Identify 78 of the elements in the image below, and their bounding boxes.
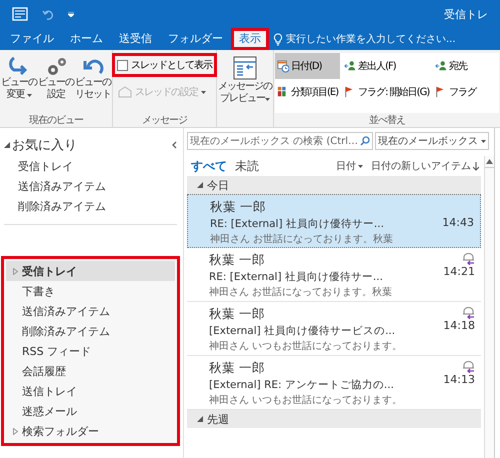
arrange-option[interactable]: 差出人(F): [342, 53, 432, 79]
thread-checkbox[interactable]: スレッドとして表示: [114, 55, 215, 75]
preview-button[interactable]: メッセージの プレビュー: [218, 53, 272, 107]
scroll-up-icon[interactable]: [486, 159, 493, 164]
group-header[interactable]: 先週: [187, 410, 481, 428]
arrange-option[interactable]: フラグ: [433, 79, 478, 105]
people-icon: [344, 59, 356, 73]
search-field[interactable]: 現在のメールボックス の検索 (Ctrl…: [187, 132, 374, 150]
calendar-clock-icon: [277, 59, 289, 73]
group-label: 並べ替え: [368, 114, 406, 127]
folder-item[interactable]: 下書き: [6, 281, 175, 301]
quick-access-caret-icon: [68, 12, 74, 16]
preview-pane-icon: [232, 55, 258, 81]
folder-item[interactable]: 会話履歴: [6, 361, 175, 381]
arrange-option[interactable]: フラグ: 開始日(G): [342, 79, 432, 105]
message-subject: [External] 社員向け優待サービスの...: [209, 324, 396, 338]
view-change-icon: [8, 55, 30, 77]
arrange-option[interactable]: 分類項目(E): [275, 79, 340, 105]
ribbon-tab[interactable]: ファイル: [2, 28, 62, 50]
lightbulb-icon: [273, 32, 283, 46]
message-preview: 神田さん いつもお世話になっております。: [209, 340, 404, 353]
ribbon-tab[interactable]: 送受信: [111, 28, 160, 50]
sender-name: 秋葉 一郎: [209, 306, 266, 323]
sender-name: 秋葉 一郎: [209, 360, 266, 377]
folder-item[interactable]: 削除済みアイテム: [6, 321, 175, 341]
view-button[interactable]: ビューの リセット: [75, 53, 111, 113]
group-header[interactable]: 今日: [187, 176, 481, 194]
window-title: 受信トレ: [444, 6, 488, 22]
folder-item[interactable]: 検索フォルダー: [6, 421, 175, 441]
ribbon-tab[interactable]: フォルダー: [160, 28, 231, 50]
ribbon-tab[interactable]: 表示: [231, 28, 269, 50]
message-preview: 神田さん お世話になっております。秋葉: [209, 286, 394, 299]
scrollbar[interactable]: [484, 156, 494, 458]
mail-app-icon: [12, 6, 28, 22]
favorite-folder[interactable]: 送信済みアイテム: [4, 176, 177, 196]
filter-tab[interactable]: 未読: [235, 158, 259, 174]
filter-tab[interactable]: すべて: [191, 158, 227, 174]
ribbon-tab[interactable]: ホーム: [62, 28, 111, 50]
folder-item[interactable]: 迷惑メール: [6, 401, 175, 421]
message-subject: RE: [External] 社員向け優待サー...: [210, 217, 385, 231]
scope-dropdown[interactable]: 現在のメールボックス: [375, 132, 490, 150]
people-icon: [435, 59, 448, 73]
view-button[interactable]: ビューの 設定: [38, 53, 74, 113]
search-icon: [360, 136, 370, 146]
arrange-option[interactable]: 日付(D): [275, 53, 340, 79]
section-heading[interactable]: お気に入り: [12, 136, 77, 154]
message-item[interactable]: 秋葉 一郎 RE: [External] 社員向け優待サー... 神田さん お世話になっております。秋葉 14:21: [187, 248, 481, 302]
sort-order-button[interactable]: 日付の新しいアイテム: [371, 159, 479, 173]
tell-me-field[interactable]: 実行したい作業を入力してください...: [269, 28, 456, 50]
sort-field-button[interactable]: 日付: [336, 159, 363, 173]
received-time: 14:43: [442, 216, 474, 229]
folder-item[interactable]: RSS フィード: [6, 341, 175, 361]
view-button[interactable]: ビューの 変更: [1, 53, 37, 113]
down-arrow-icon: [473, 162, 479, 170]
group-label: メッセージ: [141, 114, 188, 127]
group-label: 現在のビュー: [28, 114, 84, 127]
caret-icon: [481, 140, 486, 142]
received-time: 14:18: [443, 319, 475, 332]
message-preview: 神田さん お世話になっております。秋葉: [210, 232, 394, 246]
message-subject: [External] RE: アンケートご協力の...: [209, 378, 395, 392]
sender-name: 秋葉 一郎: [209, 252, 266, 269]
message-preview: 神田さん いつもお世話になっております。: [209, 394, 404, 407]
message-item[interactable]: 秋葉 一郎 RE: [External] 社員向け優待サー... 神田さん お世話になっております。秋葉 14:43: [187, 194, 481, 248]
message-item[interactable]: 秋葉 一郎 [External] 社員向け優待サービスの... 神田さん いつもお世話になっております。 14:18: [187, 302, 481, 356]
favorite-folder[interactable]: 削除済みアイテム: [4, 196, 177, 216]
undo-icon: [42, 8, 54, 20]
sender-name: 秋葉 一郎: [210, 199, 267, 216]
received-time: 14:21: [443, 265, 475, 278]
received-time: 14:13: [443, 373, 475, 386]
message-subject: RE: [External] 社員向け優待サー...: [209, 270, 384, 284]
folder-item[interactable]: 受信トレイ: [6, 261, 175, 281]
favorite-folder[interactable]: 受信トレイ: [4, 156, 177, 176]
arrange-option[interactable]: 宛先: [433, 53, 478, 79]
gears-icon: [45, 55, 67, 77]
collapse-pane-icon[interactable]: [172, 141, 177, 149]
caret-icon: [358, 164, 363, 168]
folder-item[interactable]: 送信トレイ: [6, 381, 175, 401]
folder-item[interactable]: 送信済みアイテム: [6, 301, 175, 321]
